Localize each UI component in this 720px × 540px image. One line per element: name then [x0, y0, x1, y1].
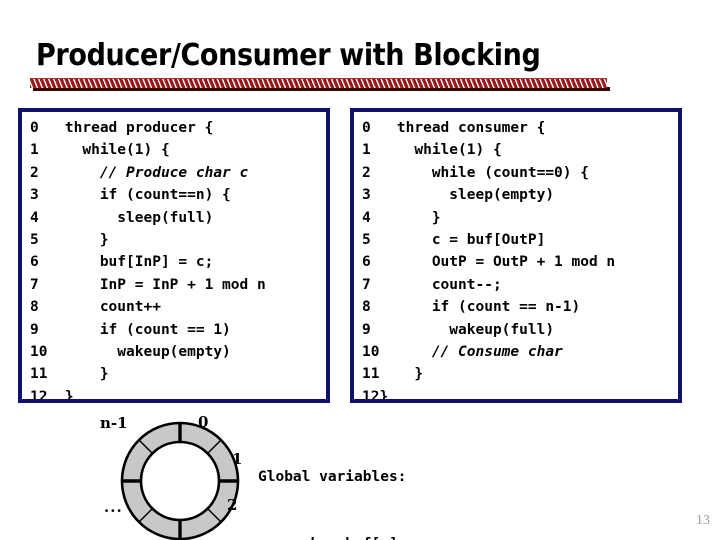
producer-code-line-text: count++ — [47, 299, 161, 316]
producer-code-line-text: // Produce char c — [47, 164, 249, 181]
ring-buffer-diagram: n-1 0 1 2 ... — [90, 405, 275, 540]
consumer-code-line-number: 6 — [362, 254, 371, 271]
ring-label-zero: 0 — [198, 413, 209, 431]
producer-code-line: 10 wakeup(empty) — [30, 341, 324, 363]
consumer-code-line: 2 while (count==0) { — [362, 162, 676, 184]
producer-code-line-text: thread producer { — [47, 120, 214, 136]
consumer-code-line-text: } — [379, 388, 389, 403]
producer-code-line-number: 6 — [30, 254, 39, 271]
consumer-code-line-text: while (count==0) { — [379, 164, 589, 181]
producer-code-line-text: sleep(full) — [47, 209, 214, 226]
producer-code-line-number: 5 — [30, 232, 39, 249]
consumer-code-line-number: 10 — [362, 344, 380, 361]
producer-code-line-number: 2 — [30, 164, 39, 181]
consumer-code-line: 11 } — [362, 363, 676, 385]
consumer-code-line: 9 wakeup(full) — [362, 319, 676, 341]
consumer-code-line-number: 3 — [362, 187, 371, 204]
slide-canvas: Producer/Consumer with Blocking 0 thread… — [0, 0, 720, 540]
consumer-code-line: 6 OutP = OutP + 1 mod n — [362, 251, 676, 273]
consumer-code-line-text: // Consume char — [379, 344, 563, 361]
producer-code-line-number: 8 — [30, 299, 39, 316]
producer-code-line-number: 1 — [30, 142, 39, 159]
consumer-code-line-text: sleep(empty) — [379, 187, 555, 204]
producer-code-line: 5 } — [30, 229, 324, 251]
producer-code-box: 0 thread producer {1 while(1) {2 // Prod… — [18, 108, 330, 403]
consumer-code-line-number: 4 — [362, 209, 371, 226]
producer-code-line-number: 3 — [30, 187, 39, 204]
producer-code-line-text: if (count == 1) — [47, 321, 231, 338]
consumer-code-line: 5 c = buf[OutP] — [362, 229, 676, 251]
consumer-code-line: 7 count--; — [362, 274, 676, 296]
consumer-code-line-number: 0 — [362, 120, 371, 136]
producer-code-line-text: } — [47, 388, 74, 403]
ring-label-n-minus-1: n-1 — [100, 414, 128, 432]
producer-code-line: 3 if (count==n) { — [30, 184, 324, 206]
consumer-code-line-number: 9 — [362, 321, 371, 338]
producer-code-line-number: 10 — [30, 344, 48, 361]
global-variables-line: char buf[n] — [258, 533, 564, 540]
consumer-code-line-number: 1 — [362, 142, 371, 159]
global-variables-lines: char buf[n] int InP = 0 // place to add … — [258, 533, 564, 540]
consumer-code-line: 0 thread consumer { — [362, 117, 676, 139]
producer-code-line: 4 sleep(full) — [30, 207, 324, 229]
producer-code-line-number: 11 — [30, 366, 48, 383]
consumer-code-line-number: 12 — [362, 388, 380, 403]
producer-code-line: 11 } — [30, 363, 324, 385]
consumer-code-line-number: 2 — [362, 164, 371, 181]
producer-code-line: 12 } — [30, 386, 324, 403]
title-divider-bar — [30, 78, 607, 88]
producer-code-line-text: buf[InP] = c; — [47, 254, 214, 271]
producer-code-line-text: wakeup(empty) — [47, 344, 231, 361]
producer-code-line-text: if (count==n) { — [47, 187, 231, 204]
producer-code-line-number: 9 — [30, 321, 39, 338]
consumer-code-line-text: thread consumer { — [379, 120, 546, 136]
producer-code-line: 0 thread producer { — [30, 117, 324, 139]
consumer-code-line-text: } — [379, 209, 441, 226]
producer-code-line-number: 0 — [30, 120, 39, 136]
ring-inner-circle — [139, 440, 221, 522]
producer-code-line-number: 7 — [30, 276, 39, 293]
page-number: 13 — [696, 513, 710, 528]
consumer-code-line: 4 } — [362, 207, 676, 229]
producer-code-line: 6 buf[InP] = c; — [30, 251, 324, 273]
producer-code-lines: 0 thread producer {1 while(1) {2 // Prod… — [30, 117, 324, 403]
producer-code-line-text: while(1) { — [47, 142, 170, 159]
ring-label-ellipsis: ... — [104, 498, 123, 516]
producer-code-line: 7 InP = InP + 1 mod n — [30, 274, 324, 296]
producer-code-line-text: } — [47, 232, 109, 249]
consumer-code-line-text: c = buf[OutP] — [379, 232, 546, 249]
consumer-code-line-number: 7 — [362, 276, 371, 293]
ring-label-two: 2 — [227, 496, 238, 514]
title-divider — [30, 78, 610, 91]
producer-code-line: 9 if (count == 1) — [30, 319, 324, 341]
page-title: Producer/Consumer with Blocking — [36, 38, 541, 73]
producer-code-line: 2 // Produce char c — [30, 162, 324, 184]
consumer-code-line: 3 sleep(empty) — [362, 184, 676, 206]
producer-code-line-text: InP = InP + 1 mod n — [47, 276, 266, 293]
consumer-code-line: 10 // Consume char — [362, 341, 676, 363]
global-variables-block: Global variables: char buf[n] int InP = … — [258, 421, 564, 540]
consumer-code-line-text: wakeup(full) — [379, 321, 555, 338]
consumer-code-line-text: if (count == n-1) — [379, 299, 581, 316]
consumer-code-lines: 0 thread consumer {1 while(1) {2 while (… — [362, 117, 676, 403]
producer-code-line-text: } — [47, 366, 109, 383]
consumer-code-line-number: 8 — [362, 299, 371, 316]
ring-label-one: 1 — [232, 450, 243, 468]
consumer-code-line-number: 11 — [362, 366, 380, 383]
consumer-code-line: 8 if (count == n-1) — [362, 296, 676, 318]
consumer-code-line-text: OutP = OutP + 1 mod n — [379, 254, 616, 271]
producer-code-line-number: 4 — [30, 209, 39, 226]
consumer-code-line-text: } — [379, 366, 424, 383]
consumer-code-line-text: count--; — [379, 276, 502, 293]
consumer-code-line: 12} — [362, 386, 676, 403]
producer-code-line-number: 12 — [30, 388, 48, 403]
ring-segment-dividers — [122, 423, 238, 539]
consumer-code-line-text: while(1) { — [379, 142, 502, 159]
consumer-code-line-number: 5 — [362, 232, 371, 249]
consumer-code-line: 1 while(1) { — [362, 139, 676, 161]
producer-code-line: 8 count++ — [30, 296, 324, 318]
producer-code-line: 1 while(1) { — [30, 139, 324, 161]
global-variables-heading: Global variables: — [258, 468, 407, 485]
consumer-code-box: 0 thread consumer {1 while(1) {2 while (… — [350, 108, 682, 403]
